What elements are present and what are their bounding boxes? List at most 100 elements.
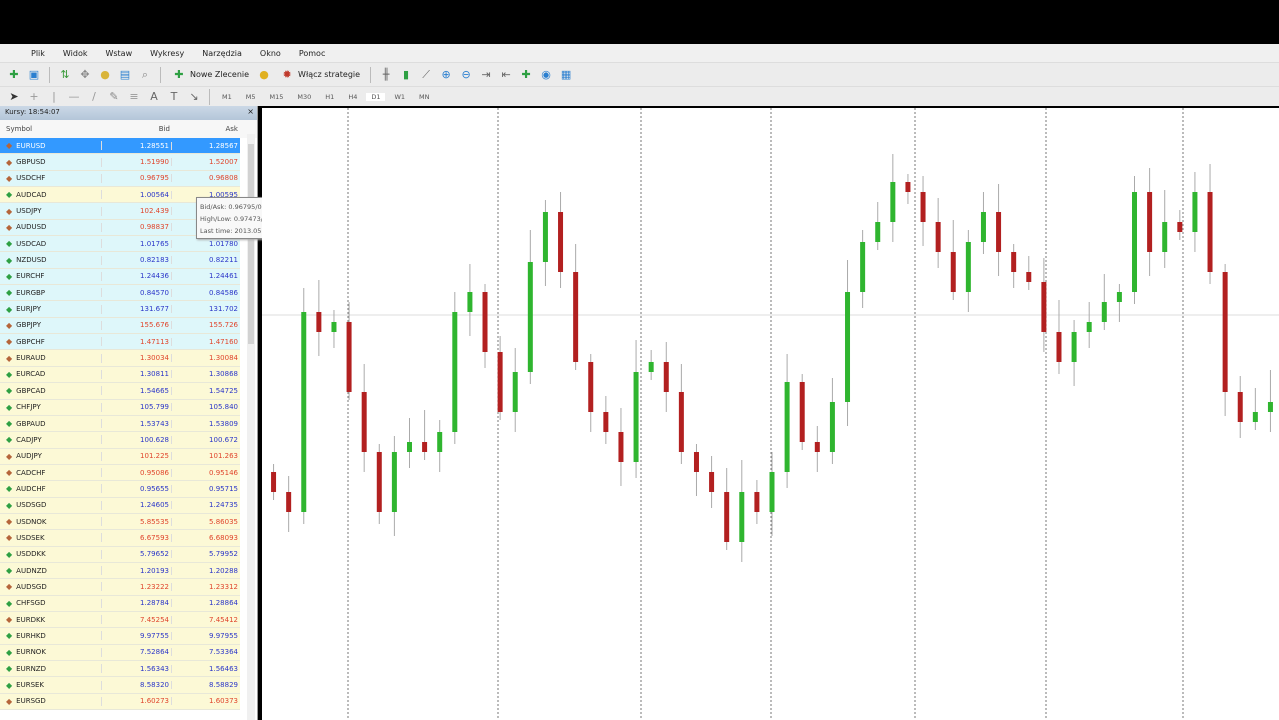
timeframe-h1[interactable]: H1 — [320, 93, 339, 101]
market-watch-row[interactable]: ◆ EURNZD 1.56343 1.56463 — [0, 661, 240, 678]
bid-value: 1.30034 — [102, 354, 172, 363]
cursor-icon[interactable]: ➤ — [6, 89, 22, 105]
market-watch-row[interactable]: ◆ CHFJPY 105.799 105.840 — [0, 399, 240, 416]
label-icon[interactable]: T — [166, 89, 182, 105]
menu-window[interactable]: Okno — [251, 49, 290, 58]
market-watch-row[interactable]: ◆ EURAUD 1.30034 1.30084 — [0, 350, 240, 367]
vertical-line-icon[interactable]: | — [46, 89, 62, 105]
market-watch-row[interactable]: ◆ AUDSGD 1.23222 1.23312 — [0, 579, 240, 596]
market-watch-row[interactable]: ◆ AUDJPY 101.225 101.263 — [0, 448, 240, 465]
candlestick-icon[interactable]: ▮ — [398, 67, 414, 83]
market-watch-row[interactable]: ◆ EURCHF 1.24436 1.24461 — [0, 268, 240, 286]
market-watch-row[interactable]: ◆ EURGBP 0.84570 0.84586 — [0, 285, 240, 302]
horizontal-line-icon[interactable]: — — [66, 89, 82, 105]
bid-value: 8.58320 — [102, 681, 172, 690]
market-watch-row[interactable]: ◆ EURSGD 1.60273 1.60373 — [0, 693, 240, 711]
arrow-up-icon: ◆ — [6, 255, 13, 265]
metaeditor-icon[interactable]: ● — [256, 67, 272, 83]
market-watch-row[interactable]: ◆ EURHKD 9.97755 9.97955 — [0, 628, 240, 645]
market-watch-icon[interactable]: ⇅ — [57, 67, 73, 83]
market-watch-row[interactable]: ◆ USDSGD 1.24605 1.24735 — [0, 497, 240, 514]
symbol-name: EURHKD — [16, 631, 46, 640]
market-watch-row[interactable]: ◆ EURSEK 8.58320 8.58829 — [0, 677, 240, 694]
menu-insert[interactable]: Wstaw — [96, 49, 141, 58]
market-watch-row[interactable]: ◆ USDSEK 6.67593 6.68093 — [0, 530, 240, 547]
timeframe-m15[interactable]: M15 — [265, 93, 289, 101]
menu-file[interactable]: Plik — [22, 49, 54, 58]
market-watch-row[interactable]: ◆ AUDCHF 0.95655 0.95715 — [0, 481, 240, 498]
templates-icon[interactable]: ▦ — [558, 67, 574, 83]
menu-view[interactable]: Widok — [54, 49, 97, 58]
market-watch-row[interactable]: ◆ NZDUSD 0.82183 0.82211 — [0, 252, 240, 269]
scrollbar-thumb[interactable] — [248, 144, 254, 344]
candlestick-chart[interactable] — [262, 108, 1279, 720]
symbol-name: EURSEK — [16, 681, 45, 690]
bull-candle — [542, 212, 548, 262]
terminal-icon[interactable]: ▤ — [117, 67, 133, 83]
market-watch-row[interactable]: ◆ EURCAD 1.30811 1.30868 — [0, 366, 240, 384]
text-icon[interactable]: A — [146, 89, 162, 105]
timeframe-mn[interactable]: MN — [414, 93, 434, 101]
autoscroll-icon[interactable]: ⇥ — [478, 67, 494, 83]
market-watch-row[interactable]: ◆ USDNOK 5.85535 5.86035 — [0, 513, 240, 531]
arrow-up-icon: ◆ — [6, 190, 13, 200]
profiles-icon[interactable]: ▣ — [26, 67, 42, 83]
bull-candle — [845, 292, 851, 402]
crosshair-icon[interactable]: + — [26, 89, 42, 105]
chart-shift-icon[interactable]: ⇤ — [498, 67, 514, 83]
symbol-name: AUDJPY — [16, 452, 42, 461]
column-ask[interactable]: Ask — [172, 125, 240, 133]
market-watch-row[interactable]: ◆ EURJPY 131.677 131.702 — [0, 301, 240, 318]
market-watch-row[interactable]: ◆ GBPJPY 155.676 155.726 — [0, 317, 240, 335]
timeframe-w1[interactable]: W1 — [389, 93, 410, 101]
market-watch-row[interactable]: ◆ USDCHF 0.96795 0.96808 — [0, 170, 240, 188]
channel-icon[interactable]: ✎ — [106, 89, 122, 105]
zoom-out-icon[interactable]: ⊖ — [458, 67, 474, 83]
market-watch-row[interactable]: ◆ CHFSGD 1.28784 1.28864 — [0, 595, 240, 612]
symbol-name: GBPUSD — [16, 158, 46, 167]
market-watch-row[interactable]: ◆ CADCHF 0.95086 0.95146 — [0, 464, 240, 482]
menu-help[interactable]: Pomoc — [290, 49, 335, 58]
zoom-in-icon[interactable]: ⊕ — [438, 67, 454, 83]
trendline-icon[interactable]: / — [86, 89, 102, 105]
bid-value: 0.95655 — [102, 484, 172, 493]
market-watch-row[interactable]: ◆ GBPUSD 1.51990 1.52007 — [0, 154, 240, 171]
market-watch-row[interactable]: ◆ GBPCHF 1.47113 1.47160 — [0, 334, 240, 351]
ask-value: 1.47160 — [209, 337, 238, 346]
timeframe-m30[interactable]: M30 — [292, 93, 316, 101]
market-watch-row[interactable]: ◆ USDDKK 5.79652 5.79952 — [0, 546, 240, 563]
market-watch-row[interactable]: ◆ GBPAUD 1.53743 1.53809 — [0, 415, 240, 433]
data-window-icon[interactable]: ● — [97, 67, 113, 83]
arrow-down-icon: ◆ — [6, 615, 13, 625]
market-watch-row[interactable]: ◆ EURDKK 7.45254 7.45412 — [0, 611, 240, 629]
arrows-icon[interactable]: ↘ — [186, 89, 202, 105]
symbol-name: CADCHF — [16, 468, 46, 477]
enable-strategy-button[interactable]: ✹ Włącz strategie — [276, 67, 363, 83]
navigator-icon[interactable]: ✥ — [77, 67, 93, 83]
line-chart-icon[interactable]: ⟋ — [418, 67, 434, 83]
menu-tools[interactable]: Narzędzia — [193, 49, 251, 58]
periods-icon[interactable]: ◉ — [538, 67, 554, 83]
column-bid[interactable]: Bid — [102, 125, 172, 133]
price-chart[interactable] — [262, 108, 1279, 720]
bar-chart-icon[interactable]: ╫ — [378, 67, 394, 83]
timeframe-h4[interactable]: H4 — [343, 93, 362, 101]
indicators-icon[interactable]: ✚ — [518, 67, 534, 83]
symbol-name: USDSEK — [16, 533, 45, 542]
market-watch-row[interactable]: ◆ EURUSD 1.28551 1.28567 — [0, 138, 240, 155]
market-watch-row[interactable]: ◆ CADJPY 100.628 100.672 — [0, 432, 240, 449]
new-chart-icon[interactable]: ✚ — [6, 67, 22, 83]
tester-icon[interactable]: ⌕ — [137, 67, 153, 83]
market-watch-row[interactable]: ◆ AUDNZD 1.20193 1.20288 — [0, 562, 240, 580]
timeframe-m5[interactable]: M5 — [241, 93, 261, 101]
market-watch-row[interactable]: ◆ EURNOK 7.52864 7.53364 — [0, 644, 240, 661]
market-watch-row[interactable]: ◆ GBPCAD 1.54665 1.54725 — [0, 383, 240, 400]
timeframe-d1[interactable]: D1 — [366, 92, 386, 101]
new-order-icon: ✚ — [174, 68, 184, 81]
menu-charts[interactable]: Wykresy — [141, 49, 193, 58]
timeframe-m1[interactable]: M1 — [217, 93, 237, 101]
column-symbol[interactable]: Symbol — [0, 125, 102, 133]
fibonacci-icon[interactable]: ≡ — [126, 89, 142, 105]
close-icon[interactable]: × — [247, 107, 254, 116]
new-order-button[interactable]: ✚ Nowe Zlecenie — [168, 67, 252, 83]
